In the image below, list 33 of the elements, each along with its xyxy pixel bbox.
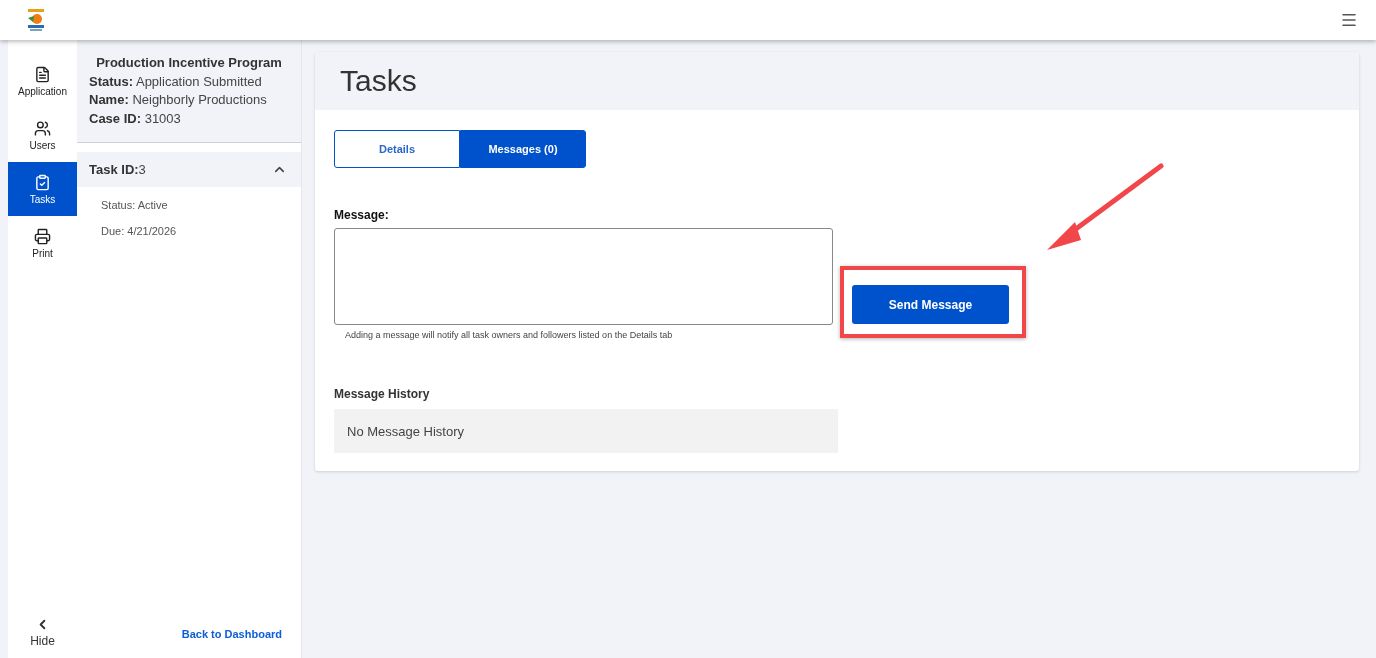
task-header[interactable]: Task ID:3 <box>77 152 301 187</box>
hide-button[interactable]: Hide <box>8 617 77 658</box>
history-title: Message History <box>334 387 431 401</box>
clipboard-icon <box>34 173 51 191</box>
tab[interactable]: Messages (0) <box>460 130 586 168</box>
users-icon <box>34 119 51 137</box>
message-field[interactable] <box>334 228 833 325</box>
case-field: Case ID: 31003 <box>89 109 289 128</box>
hint-text: Adding a message will notify all task owners and followers listed on the Details tab <box>345 330 674 340</box>
nav-item[interactable]: Tasks <box>8 162 77 216</box>
page-title: Tasks <box>340 64 417 98</box>
task-detail: Status: Active <box>101 199 169 211</box>
nav-label: Users <box>29 139 56 151</box>
printer-icon <box>34 227 51 245</box>
case-field: Name: Neighborly Productions <box>89 91 289 110</box>
program-name: Production Incentive Program <box>95 54 283 72</box>
message-label: Message: <box>334 208 390 222</box>
nav-label: Print <box>32 247 53 259</box>
nav-item[interactable]: Users <box>8 108 77 162</box>
back-link[interactable]: Back to Dashboard <box>181 628 282 640</box>
empty-history: No Message History <box>334 409 838 453</box>
nav-item[interactable]: Print <box>8 216 77 270</box>
send-button[interactable]: Send Message <box>852 285 1009 324</box>
nav-label: Application <box>18 85 67 97</box>
document-icon <box>34 65 51 83</box>
task-id: Task ID:3 <box>89 162 146 177</box>
logo-icon <box>26 8 46 32</box>
case-field: Status: Application Submitted <box>89 72 289 91</box>
nav-item[interactable]: Application <box>8 54 77 108</box>
nav-label: Tasks <box>29 193 56 205</box>
tab[interactable]: Details <box>334 130 460 168</box>
menu-icon[interactable] <box>1340 11 1358 29</box>
task-detail: Due: 4/21/2026 <box>101 225 178 237</box>
